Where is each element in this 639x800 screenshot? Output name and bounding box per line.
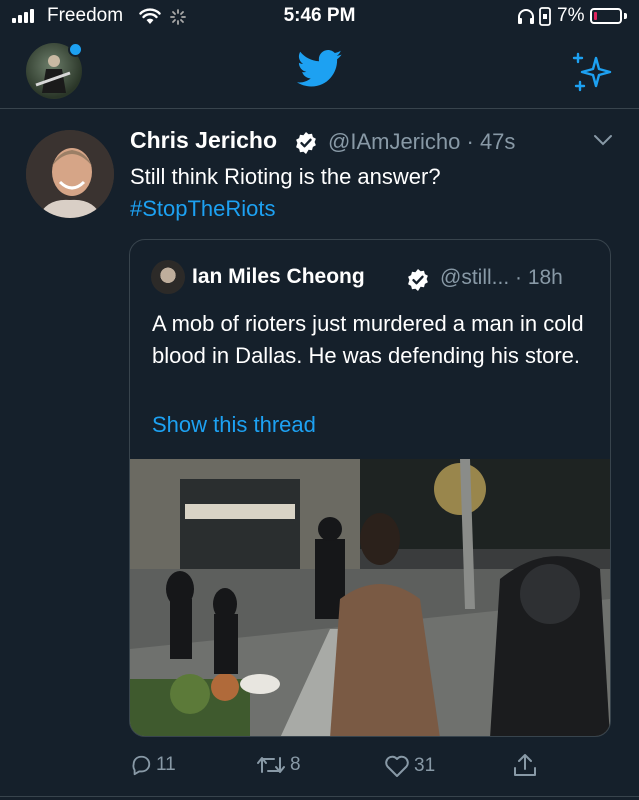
- quoted-tweet-text: A mob of rioters just murdered a man in …: [152, 311, 584, 368]
- hashtag-link[interactable]: #StopTheRiots: [130, 193, 610, 225]
- author-photo: [26, 130, 114, 218]
- share-icon: [514, 754, 536, 776]
- quoted-author-avatar: [151, 260, 185, 294]
- like-action[interactable]: 31: [384, 754, 435, 778]
- show-thread-link[interactable]: Show this thread: [152, 412, 316, 438]
- quoted-handle-time: @still... · 18h: [440, 266, 563, 290]
- street-scene-image: [130, 459, 610, 736]
- battery-icon: [590, 8, 622, 24]
- quoted-author-handle: @still...: [440, 266, 510, 289]
- author-avatar[interactable]: [26, 130, 114, 218]
- retweet-count: 8: [290, 754, 301, 775]
- headphones-icon: [518, 9, 534, 24]
- twitter-bird-icon[interactable]: [297, 50, 343, 88]
- battery-percent: 7%: [557, 5, 585, 26]
- author-handle-time[interactable]: @IAmJericho · 47s: [328, 129, 515, 155]
- tweet-body: Still think Rioting is the answer? #Stop…: [130, 161, 610, 225]
- reply-icon: [132, 755, 151, 776]
- quoted-tweet-card[interactable]: Ian Miles Cheong @still... · 18h A mob o…: [129, 239, 611, 737]
- author-handle[interactable]: @IAmJericho: [328, 129, 460, 154]
- tweet-media-image[interactable]: [130, 459, 610, 736]
- retweet-action[interactable]: 8: [256, 754, 301, 776]
- chevron-down-icon[interactable]: [592, 133, 614, 147]
- like-icon: [385, 755, 409, 777]
- tweet-time: · 47s: [466, 129, 516, 154]
- sparkle-icon[interactable]: [570, 52, 614, 92]
- reply-count: 11: [156, 754, 176, 775]
- author-name[interactable]: Chris Jericho: [130, 127, 277, 154]
- tweet-text: Still think Rioting is the answer?: [130, 164, 441, 189]
- retweet-icon: [257, 757, 285, 773]
- battery-tip: [624, 13, 627, 19]
- share-action[interactable]: [512, 752, 538, 778]
- bottom-divider: [0, 796, 639, 797]
- quoted-author-name: Ian Miles Cheong: [192, 265, 365, 288]
- notification-dot: [68, 42, 83, 57]
- tweet-action-bar: 11 8 31: [0, 748, 639, 788]
- verified-badge-icon: [296, 132, 316, 154]
- status-bar: Freedom 5:46 PM 7%: [0, 0, 639, 34]
- header-divider: [0, 108, 639, 109]
- quoted-tweet-time: · 18h: [515, 266, 563, 289]
- lock-rotation-icon: [539, 7, 551, 26]
- reply-action[interactable]: 11: [130, 754, 176, 776]
- like-count: 31: [414, 755, 436, 776]
- verified-badge-icon: [408, 269, 428, 291]
